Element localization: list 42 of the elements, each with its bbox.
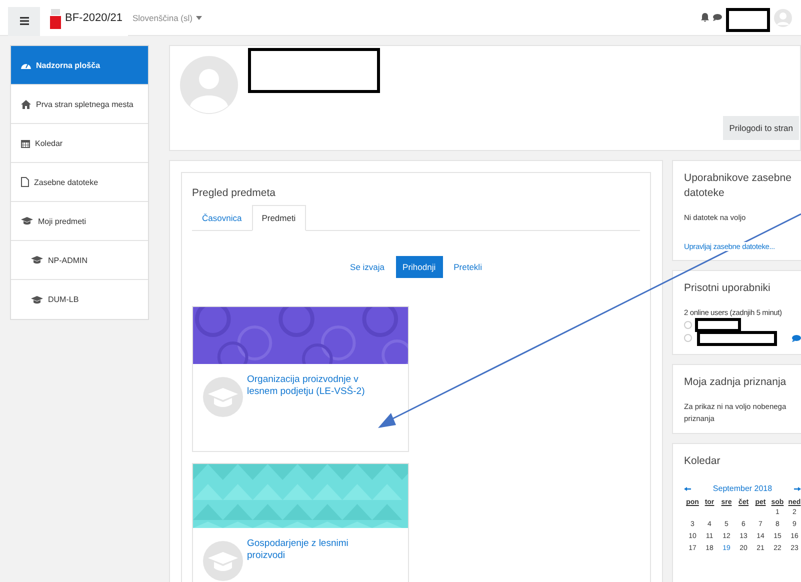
menu-button[interactable] xyxy=(8,6,40,36)
sidebar-item[interactable]: Zasebne datoteke xyxy=(11,163,148,202)
sidebar-item[interactable]: Nadzorna plošča xyxy=(11,46,148,85)
language-menu[interactable]: Slovenščina (sl) xyxy=(132,12,202,22)
filter-button[interactable]: Se izvaja xyxy=(343,256,392,278)
graduation-cap-icon xyxy=(31,256,43,264)
logo-icon xyxy=(50,6,61,28)
caret-icon xyxy=(196,16,202,20)
home-icon xyxy=(21,100,31,108)
tab[interactable]: Predmeti xyxy=(252,204,306,231)
next-month-icon[interactable] xyxy=(794,486,801,491)
gauge-icon xyxy=(21,61,31,69)
course-link[interactable]: Organizacija proizvodnje v lesnem podjetju (LE-VSŠ-2) xyxy=(247,374,387,398)
redaction-box xyxy=(726,8,770,32)
calendar-icon xyxy=(21,138,30,148)
customize-button[interactable]: Prilogodi to stran xyxy=(723,116,799,140)
file-icon xyxy=(21,177,29,187)
chat-icon[interactable] xyxy=(792,334,801,342)
sidebar-item[interactable]: Prva stran spletnega mesta xyxy=(11,85,148,124)
chat-icon[interactable] xyxy=(713,14,722,21)
graduation-cap-icon xyxy=(21,217,33,225)
sidebar-item[interactable]: Koledar xyxy=(11,124,148,163)
graduation-cap-icon xyxy=(203,376,243,417)
bell-icon[interactable] xyxy=(701,13,709,22)
course-link[interactable]: Gospodarjenje z lesnimi proizvodi xyxy=(247,538,387,562)
block-title: Moja zadnja priznanja xyxy=(684,374,788,390)
sidebar-item[interactable]: DUM-LB xyxy=(11,280,148,319)
block-title: Pregled predmeta xyxy=(192,186,276,201)
site-name: BF-2020/21 xyxy=(65,12,122,24)
previous-month-icon[interactable] xyxy=(684,486,691,491)
filter-button[interactable]: Pretekli xyxy=(446,256,489,278)
graduation-cap-icon xyxy=(31,296,43,304)
tab[interactable]: Časovnica xyxy=(192,204,252,231)
filter-button[interactable]: Prihodnji xyxy=(396,256,443,278)
menu-icon xyxy=(20,17,28,25)
block-title: Prisotni uporabniki xyxy=(684,280,772,296)
sidebar-item[interactable]: Moji predmeti xyxy=(11,202,148,241)
avatar-icon xyxy=(180,56,238,114)
month-title: September 2018 xyxy=(712,484,772,494)
sidebar-item[interactable]: NP-ADMIN xyxy=(11,241,148,280)
block-title: Koledar xyxy=(684,454,722,468)
block-title: Uporabnikove zasebne datoteke xyxy=(684,171,792,200)
